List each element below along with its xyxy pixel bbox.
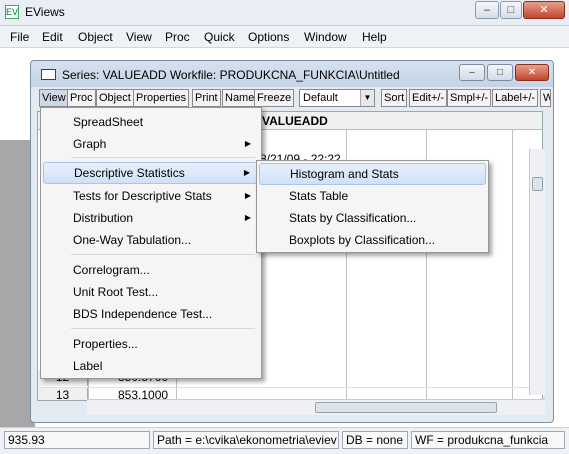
submenu-item-label: Stats by Classification... [289, 211, 417, 225]
minimize-button[interactable]: – [475, 1, 499, 19]
menu-item-label[interactable]: Label [43, 355, 259, 377]
column-divider [512, 130, 513, 400]
series-window-icon [41, 69, 56, 80]
status-bar: 935.93 Path = e:\cvika\ekonometria\eviev… [0, 427, 569, 454]
menu-item-label: Properties... [73, 337, 138, 351]
toolbar-edit-button[interactable]: Edit+/- [409, 89, 448, 107]
menu-item-one-way-tabulation[interactable]: One-Way Tabulation... [43, 229, 259, 251]
menu-help[interactable]: Help [362, 30, 387, 44]
status-path: Path = e:\cvika\ekonometria\eviev [153, 431, 339, 449]
menu-item-label: Correlogram... [73, 263, 150, 277]
submenu-arrow-icon: ▶ [243, 168, 250, 177]
menu-proc[interactable]: Proc [165, 30, 190, 44]
toolbar-proc-button[interactable]: Proc [67, 89, 96, 107]
menu-item-graph[interactable]: Graph ▶ [43, 133, 259, 155]
menu-options[interactable]: Options [248, 30, 289, 44]
display-mode-value: Default [303, 92, 338, 104]
menu-item-label: Tests for Descriptive Stats [73, 189, 212, 203]
view-menu: SpreadSheet Graph ▶ Descriptive Statistic… [40, 107, 262, 379]
menu-item-label: Graph [73, 137, 107, 151]
menu-view[interactable]: View [126, 30, 152, 44]
app-title: EViews [25, 5, 65, 19]
menu-item-distribution[interactable]: Distribution ▶ [43, 207, 259, 229]
menu-quick[interactable]: Quick [204, 30, 235, 44]
series-minimize-button[interactable]: – [459, 64, 485, 81]
menu-window[interactable]: Window [304, 30, 347, 44]
submenu-arrow-icon: ▶ [244, 213, 251, 222]
submenu-arrow-icon: ▶ [244, 191, 251, 200]
series-title: Series: VALUEADD Workfile: PRODUKCNA_FUN… [62, 68, 400, 82]
menu-item-label: SpreadSheet [73, 115, 144, 129]
toolbar-label-button[interactable]: Label+/- [492, 89, 539, 107]
status-db: DB = none [342, 431, 408, 449]
hscroll-thumb[interactable] [315, 402, 497, 413]
menu-item-label: Descriptive Statistics [74, 166, 185, 180]
submenu-item-histogram-stats[interactable]: Histogram and Stats [259, 163, 486, 185]
menu-edit[interactable]: Edit [42, 30, 63, 44]
eviews-logo-icon: EV [5, 5, 19, 19]
submenu-item-label: Stats Table [289, 189, 349, 203]
menu-item-correlogram[interactable]: Correlogram... [43, 259, 259, 281]
column-header-valueadd: VALUEADD [262, 114, 328, 128]
toolbar-sort-button[interactable]: Sort [381, 89, 408, 107]
menu-separator [71, 328, 255, 329]
menu-item-unit-root-test[interactable]: Unit Root Test... [43, 281, 259, 303]
toolbar-wide-button[interactable]: W [540, 89, 551, 107]
menu-item-label: Distribution [73, 211, 134, 225]
series-toolbar: View Proc Object Properties Print Name F… [37, 89, 551, 109]
toolbar-view-button[interactable]: View [39, 89, 69, 107]
toolbar-freeze-button[interactable]: Freeze [254, 89, 295, 107]
series-close-button[interactable]: ✕ [515, 64, 549, 81]
series-title-bar[interactable]: Series: VALUEADD Workfile: PRODUKCNA_FUN… [31, 61, 553, 87]
status-workfile: WF = produkcna_funkcia [411, 431, 565, 449]
row-number[interactable]: 13 [38, 388, 88, 400]
series-maximize-button[interactable]: □ [487, 64, 513, 81]
menu-file[interactable]: File [10, 30, 29, 44]
scroll-thumb[interactable] [532, 177, 543, 191]
menu-item-properties[interactable]: Properties... [43, 333, 259, 355]
horizontal-scrollbar[interactable] [87, 399, 545, 415]
status-value: 935.93 [4, 431, 150, 449]
toolbar-name-button[interactable]: Name [222, 89, 258, 107]
toolbar-print-button[interactable]: Print [192, 89, 221, 107]
menu-item-label: One-Way Tabulation... [73, 233, 192, 247]
chevron-down-icon[interactable]: ▼ [360, 90, 374, 106]
submenu-item-label: Boxplots by Classification... [289, 233, 436, 247]
display-mode-select[interactable]: Default ▼ [299, 89, 375, 107]
submenu-item-stats-table[interactable]: Stats Table [259, 185, 486, 207]
menu-item-bds-independence[interactable]: BDS Independence Test... [43, 303, 259, 325]
menu-item-label: Unit Root Test... [73, 285, 159, 299]
submenu-item-label: Histogram and Stats [290, 167, 399, 181]
toolbar-properties-button[interactable]: Properties [133, 89, 190, 107]
descriptive-statistics-submenu: Histogram and Stats Stats Table Stats by… [256, 160, 489, 253]
vertical-scrollbar[interactable] [529, 149, 545, 395]
toolbar-smpl-button[interactable]: Smpl+/- [447, 89, 492, 107]
maximize-button[interactable]: □ [500, 1, 522, 19]
submenu-item-stats-by-classification[interactable]: Stats by Classification... [259, 207, 486, 229]
menu-bar: File Edit Object View Proc Quick Options… [0, 26, 569, 48]
close-button[interactable]: ✕ [523, 1, 565, 19]
menu-item-spreadsheet[interactable]: SpreadSheet [43, 111, 259, 133]
menu-object[interactable]: Object [78, 30, 113, 44]
menu-separator [71, 157, 255, 158]
submenu-arrow-icon: ▶ [244, 139, 251, 148]
menu-item-label: BDS Independence Test... [73, 307, 213, 321]
menu-separator [71, 254, 255, 255]
menu-item-descriptive-statistics[interactable]: Descriptive Statistics ▶ [43, 162, 259, 184]
row-divider [38, 387, 542, 388]
menu-item-label-text: Label [73, 359, 103, 373]
app-title-bar: EV EViews – □ ✕ [0, 0, 569, 26]
submenu-item-boxplots-by-classification[interactable]: Boxplots by Classification... [259, 229, 486, 251]
toolbar-object-button[interactable]: Object [96, 89, 134, 107]
menu-item-tests-descriptive[interactable]: Tests for Descriptive Stats ▶ [43, 185, 259, 207]
